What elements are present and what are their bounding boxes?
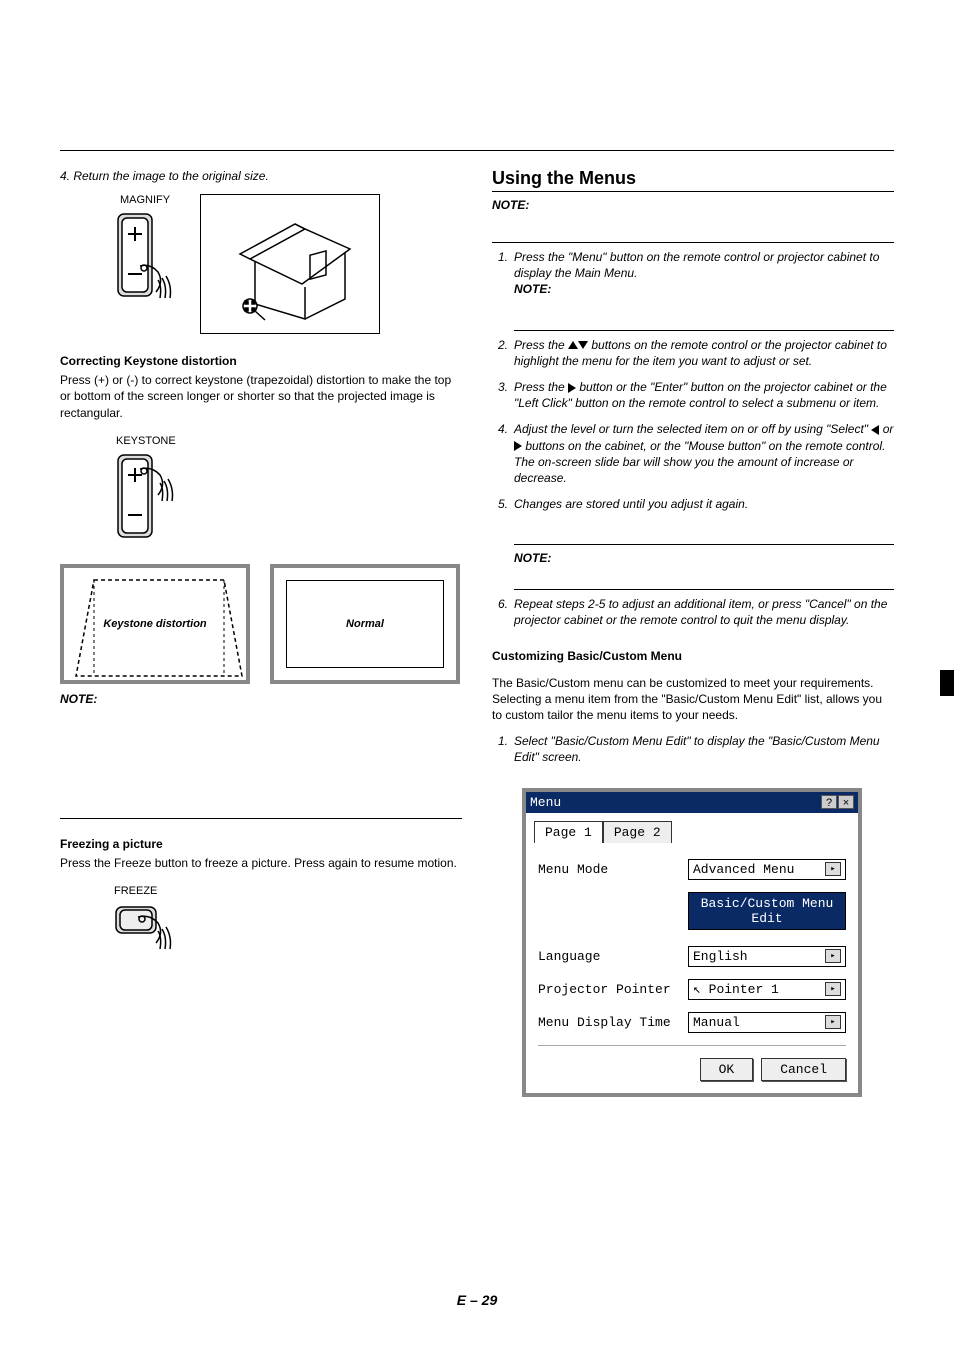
dropdown-arrow-icon[interactable]: ▸ xyxy=(825,1015,841,1029)
keystone-distortion-diagram: Keystone distortion xyxy=(60,564,250,684)
step-5: 5. Changes are stored until you adjust i… xyxy=(492,496,894,512)
house-diagram xyxy=(200,194,380,334)
basic-custom-edit-button[interactable]: Basic/Custom Menu Edit xyxy=(688,892,846,930)
dropdown-arrow-icon[interactable]: ▸ xyxy=(825,862,841,876)
normal-diagram: Normal xyxy=(270,564,460,684)
cancel-button[interactable]: Cancel xyxy=(761,1058,846,1081)
label-pointer: Projector Pointer xyxy=(538,982,688,997)
right-triangle-icon xyxy=(568,383,576,393)
freeze-button-icon xyxy=(110,901,200,981)
label-language: Language xyxy=(538,949,688,964)
step-4: 4. Adjust the level or turn the selected… xyxy=(492,421,894,486)
select-language[interactable]: English ▸ xyxy=(688,946,846,967)
keystone-label: KEYSTONE xyxy=(116,435,462,447)
up-triangle-icon xyxy=(568,341,578,349)
right-triangle-icon-2 xyxy=(514,441,522,451)
label-menu-mode: Menu Mode xyxy=(538,862,688,877)
tab-page2[interactable]: Page 2 xyxy=(603,821,672,843)
right-column: Using the Menus NOTE: 1. Press the "Menu… xyxy=(492,150,894,1097)
custom-text: The Basic/Custom menu can be customized … xyxy=(492,675,894,724)
normal-label: Normal xyxy=(346,618,384,630)
keystone-text: Press (+) or (-) to correct keystone (tr… xyxy=(60,372,462,421)
freeze-title: Freezing a picture xyxy=(60,837,462,851)
magnify-figure: MAGNIFY xyxy=(110,194,180,323)
left-column: 4. Return the image to the original size… xyxy=(60,150,462,1097)
mid-note: NOTE: xyxy=(514,551,894,565)
freeze-label: FREEZE xyxy=(114,885,462,897)
step-3: 3. Press the button or the "Enter" butto… xyxy=(492,379,894,411)
menu-title: Menu xyxy=(530,795,561,810)
note-label: NOTE: xyxy=(60,692,462,706)
menu-window: Menu ?× Page 1 Page 2 Menu Mode Advanced… xyxy=(522,788,862,1097)
select-pointer[interactable]: ↖ Pointer 1 ▸ xyxy=(688,979,846,1000)
step-1: 1. Press the "Menu" button on the remote… xyxy=(492,249,894,298)
step-6: 6. Repeat steps 2-5 to adjust an additio… xyxy=(492,596,894,628)
house-icon xyxy=(210,204,370,324)
custom-step-1: 1. Select "Basic/Custom Menu Edit" to di… xyxy=(492,733,894,765)
down-triangle-icon xyxy=(578,341,588,349)
step1-note: NOTE: xyxy=(514,282,551,296)
keystone-title: Correcting Keystone distortion xyxy=(60,354,462,368)
select-display-time[interactable]: Manual ▸ xyxy=(688,1012,846,1033)
side-tab xyxy=(940,670,954,696)
help-icon[interactable]: ? xyxy=(821,795,837,809)
dropdown-arrow-icon[interactable]: ▸ xyxy=(825,949,841,963)
page-number: E – 29 xyxy=(0,1292,954,1308)
menu-titlebar: Menu ?× xyxy=(526,792,858,813)
pointer-icon: ↖ xyxy=(693,982,701,997)
keystone-button-icon xyxy=(110,451,200,551)
top-rule xyxy=(60,150,894,151)
distortion-label: Keystone distortion xyxy=(103,618,206,630)
step1-text: Press the "Menu" button on the remote co… xyxy=(514,250,879,280)
step4-text: 4. Return the image to the original size… xyxy=(60,168,462,184)
ok-button[interactable]: OK xyxy=(700,1058,754,1081)
label-display-time: Menu Display Time xyxy=(538,1015,688,1030)
step-2: 2. Press the buttons on the remote contr… xyxy=(492,337,894,369)
close-icon[interactable]: × xyxy=(838,795,854,809)
note-label-top: NOTE: xyxy=(492,198,894,212)
tab-page1[interactable]: Page 1 xyxy=(534,821,603,843)
custom-title: Customizing Basic/Custom Menu xyxy=(492,649,894,663)
magnify-button-icon xyxy=(110,210,180,320)
magnify-label: MAGNIFY xyxy=(110,194,180,206)
select-menu-mode[interactable]: Advanced Menu ▸ xyxy=(688,859,846,880)
dropdown-arrow-icon[interactable]: ▸ xyxy=(825,982,841,996)
separator-rule xyxy=(60,818,462,819)
using-menus-title: Using the Menus xyxy=(492,168,894,189)
freeze-text: Press the Freeze button to freeze a pict… xyxy=(60,855,462,871)
